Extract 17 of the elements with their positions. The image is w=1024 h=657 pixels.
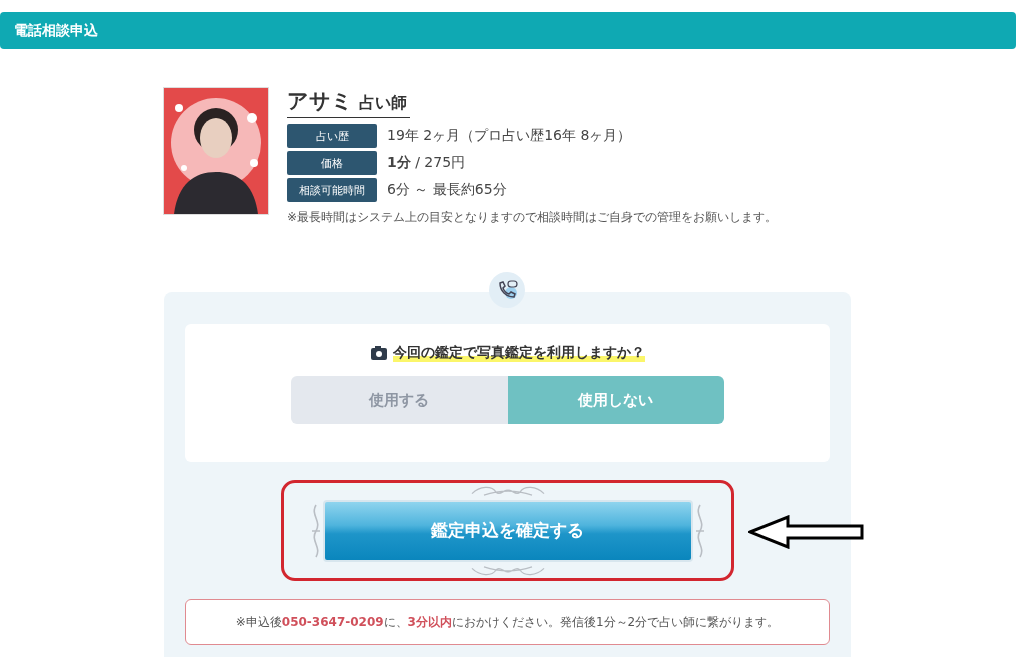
- question-text: 今回の鑑定で写真鑑定を利用しますか？: [392, 344, 645, 362]
- note-text: ※最長時間はシステム上の目安となりますので相談時間はご自身での管理をお願いします。: [287, 209, 778, 226]
- detail-value: 19年 2ヶ月（プロ占い歴16年 8ヶ月）: [387, 127, 632, 145]
- detail-value: 1分 / 275円: [387, 154, 466, 172]
- detail-label: 占い歴: [287, 124, 377, 148]
- fortune-teller-role: 占い師: [359, 93, 407, 114]
- detail-label: 相談可能時間: [287, 178, 377, 202]
- confirm-button[interactable]: 鑑定申込を確定する: [322, 499, 693, 562]
- detail-value: 6分 ～ 最長約65分: [387, 181, 507, 199]
- option-tab[interactable]: 使用する: [291, 376, 508, 424]
- option-tab[interactable]: 使用しない: [507, 376, 724, 424]
- camera-icon: [370, 346, 387, 360]
- detail-label: 価格: [287, 151, 377, 175]
- notice-text: ※申込後050-3647-0209に、3分以内におかけください。発信後1分～2分で占い師に繋がります。: [185, 599, 830, 645]
- page-header: 電話相談申込: [0, 12, 1016, 49]
- fortune-teller-name: アサミ: [287, 88, 353, 115]
- arrow-icon: [748, 515, 864, 549]
